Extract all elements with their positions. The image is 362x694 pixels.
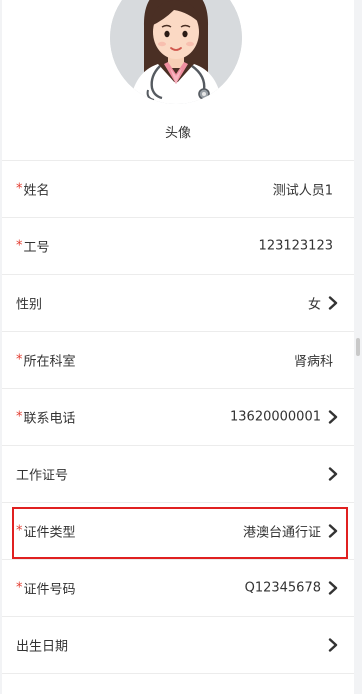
chevron-right-icon[interactable]: [328, 467, 338, 481]
field-list: * 姓名 测试人员1 * 工号 123123123 性别女 * 所在科室 肾病科 * 联系电话 1362…: [2, 161, 354, 674]
chevron-right-icon[interactable]: [328, 581, 338, 595]
field-row[interactable]: * 证件类型 港澳台通行证: [2, 503, 354, 560]
field-label-group: * 工号: [16, 237, 50, 256]
scrollbar[interactable]: [356, 0, 360, 694]
field-value: 测试人员1: [272, 183, 333, 199]
required-mark: *: [16, 580, 23, 596]
required-mark: *: [16, 523, 23, 539]
field-value: 13620000001: [230, 409, 321, 425]
field-value: 123123123: [258, 238, 333, 254]
field-label-group: 出生日期: [16, 636, 68, 655]
field-label-group: * 证件号码: [16, 579, 76, 598]
chevron-right-icon[interactable]: [328, 524, 338, 538]
scrollbar-thumb[interactable]: [356, 338, 360, 356]
field-row[interactable]: * 工号 123123123: [2, 218, 354, 275]
field-row[interactable]: * 证件号码 Q12345678: [2, 560, 354, 617]
field-value: 女: [307, 297, 321, 313]
profile-page: 头像 * 姓名 测试人员1 * 工号 123123123 性别女 * 所在科室 肾病科 * 联系电话 1…: [0, 0, 362, 694]
field-label-group: * 姓名: [16, 180, 50, 199]
field-label: 性别: [16, 297, 43, 313]
field-label: 工作证号: [16, 468, 69, 484]
field-label: 出生日期: [16, 639, 69, 655]
chevron-right-icon[interactable]: [328, 296, 338, 310]
field-label: 所在科室: [23, 354, 76, 370]
field-label-group: * 证件类型: [16, 522, 76, 541]
field-label: 证件类型: [23, 525, 76, 541]
field-value: 港澳台通行证: [242, 525, 321, 541]
field-row[interactable]: * 姓名 测试人员1: [2, 161, 354, 218]
field-label: 工号: [23, 240, 50, 256]
field-label: 证件号码: [23, 582, 76, 598]
avatar-section[interactable]: 头像: [2, 0, 354, 161]
required-mark: *: [16, 238, 23, 254]
profile-form: 头像 * 姓名 测试人员1 * 工号 123123123 性别女 * 所在科室 肾病科 * 联系电话 1…: [2, 0, 354, 694]
field-row[interactable]: 工作证号: [2, 446, 354, 503]
field-label-group: * 联系电话: [16, 408, 76, 427]
field-row[interactable]: 性别 女: [2, 275, 354, 332]
field-label: 联系电话: [23, 411, 76, 427]
chevron-right-icon[interactable]: [328, 638, 338, 652]
field-value: Q12345678: [244, 580, 321, 596]
field-label-group: 性别: [16, 294, 42, 313]
field-label-group: 工作证号: [16, 465, 68, 484]
field-label-group: * 所在科室: [16, 351, 76, 370]
doctor-avatar-icon[interactable]: [110, 0, 242, 104]
field-row[interactable]: * 所在科室 肾病科: [2, 332, 354, 389]
required-mark: *: [16, 181, 23, 197]
field-row[interactable]: * 联系电话 13620000001: [2, 389, 354, 446]
field-label: 姓名: [23, 183, 50, 199]
required-mark: *: [16, 409, 23, 425]
field-row[interactable]: 出生日期: [2, 617, 354, 674]
avatar-label: 头像: [164, 126, 191, 141]
required-mark: *: [16, 352, 23, 368]
field-value: 肾病科: [293, 354, 333, 370]
chevron-right-icon[interactable]: [328, 410, 338, 424]
